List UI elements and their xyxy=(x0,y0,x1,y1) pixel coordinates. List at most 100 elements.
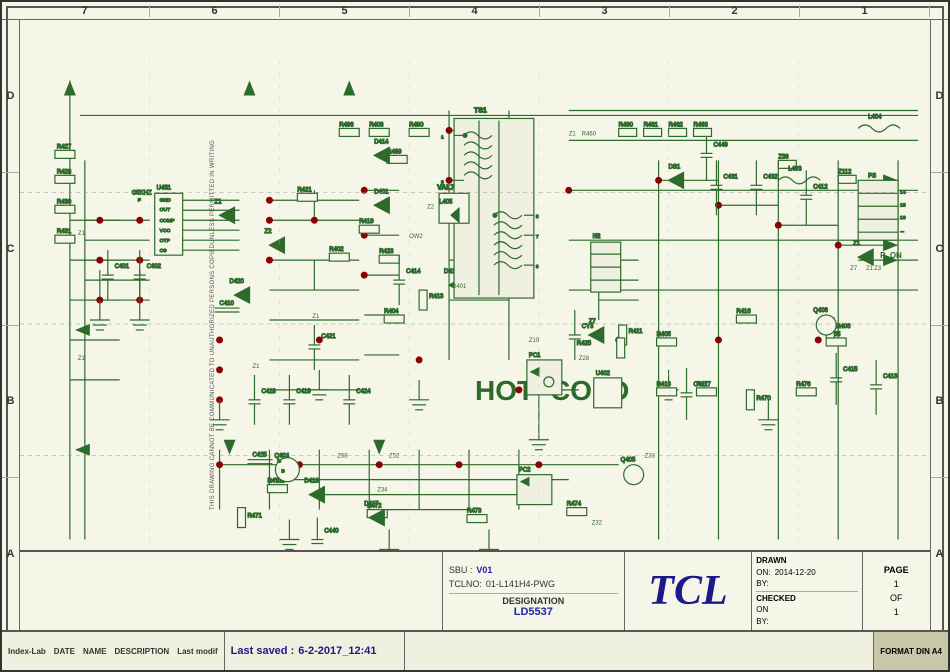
svg-text:VCC: VCC xyxy=(160,228,171,234)
svg-text:CS: CS xyxy=(160,248,168,254)
svg-text:TS1: TS1 xyxy=(474,107,487,114)
col-labels-top: 7 6 5 4 3 2 1 xyxy=(2,2,948,20)
svg-text:1: 1 xyxy=(441,134,444,140)
svg-text:F: F xyxy=(138,197,141,203)
svg-text:COMP: COMP xyxy=(160,218,176,224)
svg-text:Z1: Z1 xyxy=(312,314,320,320)
checked-label: CHECKED xyxy=(756,591,857,603)
svg-text:D417: D417 xyxy=(364,502,379,508)
svg-text:G5KHZ: G5KHZ xyxy=(132,190,152,196)
title-block: SBU : V01 TCLNO: 01-L141H4-PWG DESIGNATI… xyxy=(20,550,930,630)
sbu-label: SBU : xyxy=(449,565,473,575)
svg-text:L404: L404 xyxy=(868,114,882,120)
svg-text:C449: C449 xyxy=(713,142,728,148)
schematic-area: THIS DRAWING CANNOT BE COMMUNICATED TO U… xyxy=(20,20,930,630)
svg-text:R474: R474 xyxy=(567,502,582,508)
svg-text:Z7: Z7 xyxy=(850,266,858,272)
format-label: FORMAT DIN A4 xyxy=(873,632,948,670)
tclno-row: TCLNO: 01-L141H4-PWG xyxy=(449,579,618,589)
svg-text:Z36: Z36 xyxy=(778,154,789,160)
schematic-container: 7 6 5 4 3 2 1 D C B A D C B A THIS DRAWI… xyxy=(0,0,950,672)
svg-text:Q406: Q406 xyxy=(813,308,828,314)
title-left-empty xyxy=(20,552,443,630)
row-label-d: D xyxy=(2,20,19,173)
svg-text:Q405: Q405 xyxy=(621,458,636,464)
col-label-7: 7 xyxy=(20,5,150,17)
schematic-svg: R427 R428 R430 R431 R402 R419 R423 xyxy=(20,20,930,630)
svg-text:C415: C415 xyxy=(843,367,858,373)
sbu-row: SBU : V01 xyxy=(449,565,618,575)
svg-text:R473: R473 xyxy=(467,509,482,515)
row-label-c: C xyxy=(2,173,19,326)
bottom-bar: Index-Lab DATE NAME DESCRIPTION Last mod… xyxy=(2,630,948,670)
svg-text:Z19: Z19 xyxy=(529,338,540,344)
of-value: 1 xyxy=(894,607,899,617)
svg-text:PS: PS xyxy=(868,173,876,179)
svg-text:R401: R401 xyxy=(452,284,467,290)
svg-text:C419: C419 xyxy=(296,389,311,395)
svg-text:D418: D418 xyxy=(304,479,319,485)
svg-text:Z1: Z1 xyxy=(78,231,86,237)
svg-text:C421: C421 xyxy=(321,334,336,340)
row-label-a-right: A xyxy=(931,478,948,630)
svg-text:Z28: Z28 xyxy=(579,356,590,362)
bottom-spacer xyxy=(405,632,874,670)
svg-text:Z3: Z3 xyxy=(874,266,882,272)
svg-text:C424: C424 xyxy=(356,389,371,395)
svg-text:C414: C414 xyxy=(406,269,421,275)
svg-text:Z34: Z34 xyxy=(377,488,388,494)
title-sbu-section: SBU : V01 TCLNO: 01-L141H4-PWG DESIGNATI… xyxy=(443,552,625,630)
row-label-b: B xyxy=(2,326,19,479)
svg-text:Z112: Z112 xyxy=(838,169,852,175)
svg-text:Z2: Z2 xyxy=(264,229,272,235)
svg-text:R419: R419 xyxy=(359,219,374,225)
svg-text:Z1: Z1 xyxy=(569,131,577,137)
row-label-d-right: D xyxy=(931,20,948,173)
svg-text:R416: R416 xyxy=(736,309,751,315)
svg-text:OTP: OTP xyxy=(160,238,171,244)
svg-text:R490: R490 xyxy=(409,122,424,128)
svg-text:GND: GND xyxy=(160,197,171,203)
row-labels-left: D C B A xyxy=(2,20,20,630)
last-saved-label: Last saved : xyxy=(231,645,295,657)
col-label-3: 3 xyxy=(540,5,670,17)
svg-text:9: 9 xyxy=(536,264,539,270)
svg-text:D414: D414 xyxy=(374,139,389,145)
checked-on: ON xyxy=(756,605,857,614)
svg-text:R425: R425 xyxy=(577,341,592,347)
svg-text:Z1: Z1 xyxy=(853,241,861,247)
designation-value: LD5537 xyxy=(449,606,618,618)
col-label-4: 4 xyxy=(410,5,540,17)
page-section: PAGE 1 OF 1 xyxy=(863,552,931,630)
svg-text:15: 15 xyxy=(900,202,906,208)
svg-text:R471: R471 xyxy=(247,514,262,520)
svg-text:L405: L405 xyxy=(439,199,453,205)
svg-text:...: ... xyxy=(900,228,904,234)
svg-text:R405: R405 xyxy=(657,332,672,338)
svg-text:C401: C401 xyxy=(115,264,130,270)
page-label: PAGE xyxy=(884,565,909,575)
tcl-brand-section: TCL xyxy=(625,552,753,630)
svg-text:R413: R413 xyxy=(429,294,444,300)
svg-text:R461: R461 xyxy=(644,122,659,128)
svg-text:R470: R470 xyxy=(756,396,771,402)
row-label-c-right: C xyxy=(931,173,948,326)
svg-text:Z1: Z1 xyxy=(252,364,260,370)
svg-text:U451: U451 xyxy=(157,185,172,191)
svg-text:Z52: Z52 xyxy=(389,454,400,460)
svg-text:C410: C410 xyxy=(220,301,235,307)
last-saved-value: 6-2-2017_12:41 xyxy=(298,645,376,657)
svg-text:R427: R427 xyxy=(57,144,72,150)
col-label-5: 5 xyxy=(280,5,410,17)
drawn-label: DRAWN xyxy=(756,556,857,565)
svg-text:R430: R430 xyxy=(57,199,72,205)
tcl-brand-text: TCL xyxy=(648,567,727,615)
svg-text:R418: R418 xyxy=(657,382,672,388)
col-label-6: 6 xyxy=(150,5,280,17)
svg-text:R428: R428 xyxy=(57,169,72,175)
svg-text:R404: R404 xyxy=(384,309,399,315)
svg-text:5: 5 xyxy=(536,214,539,220)
svg-text:C412: C412 xyxy=(813,184,828,190)
svg-text:Z60: Z60 xyxy=(277,454,288,460)
svg-text:P_ON: P_ON xyxy=(880,251,902,260)
